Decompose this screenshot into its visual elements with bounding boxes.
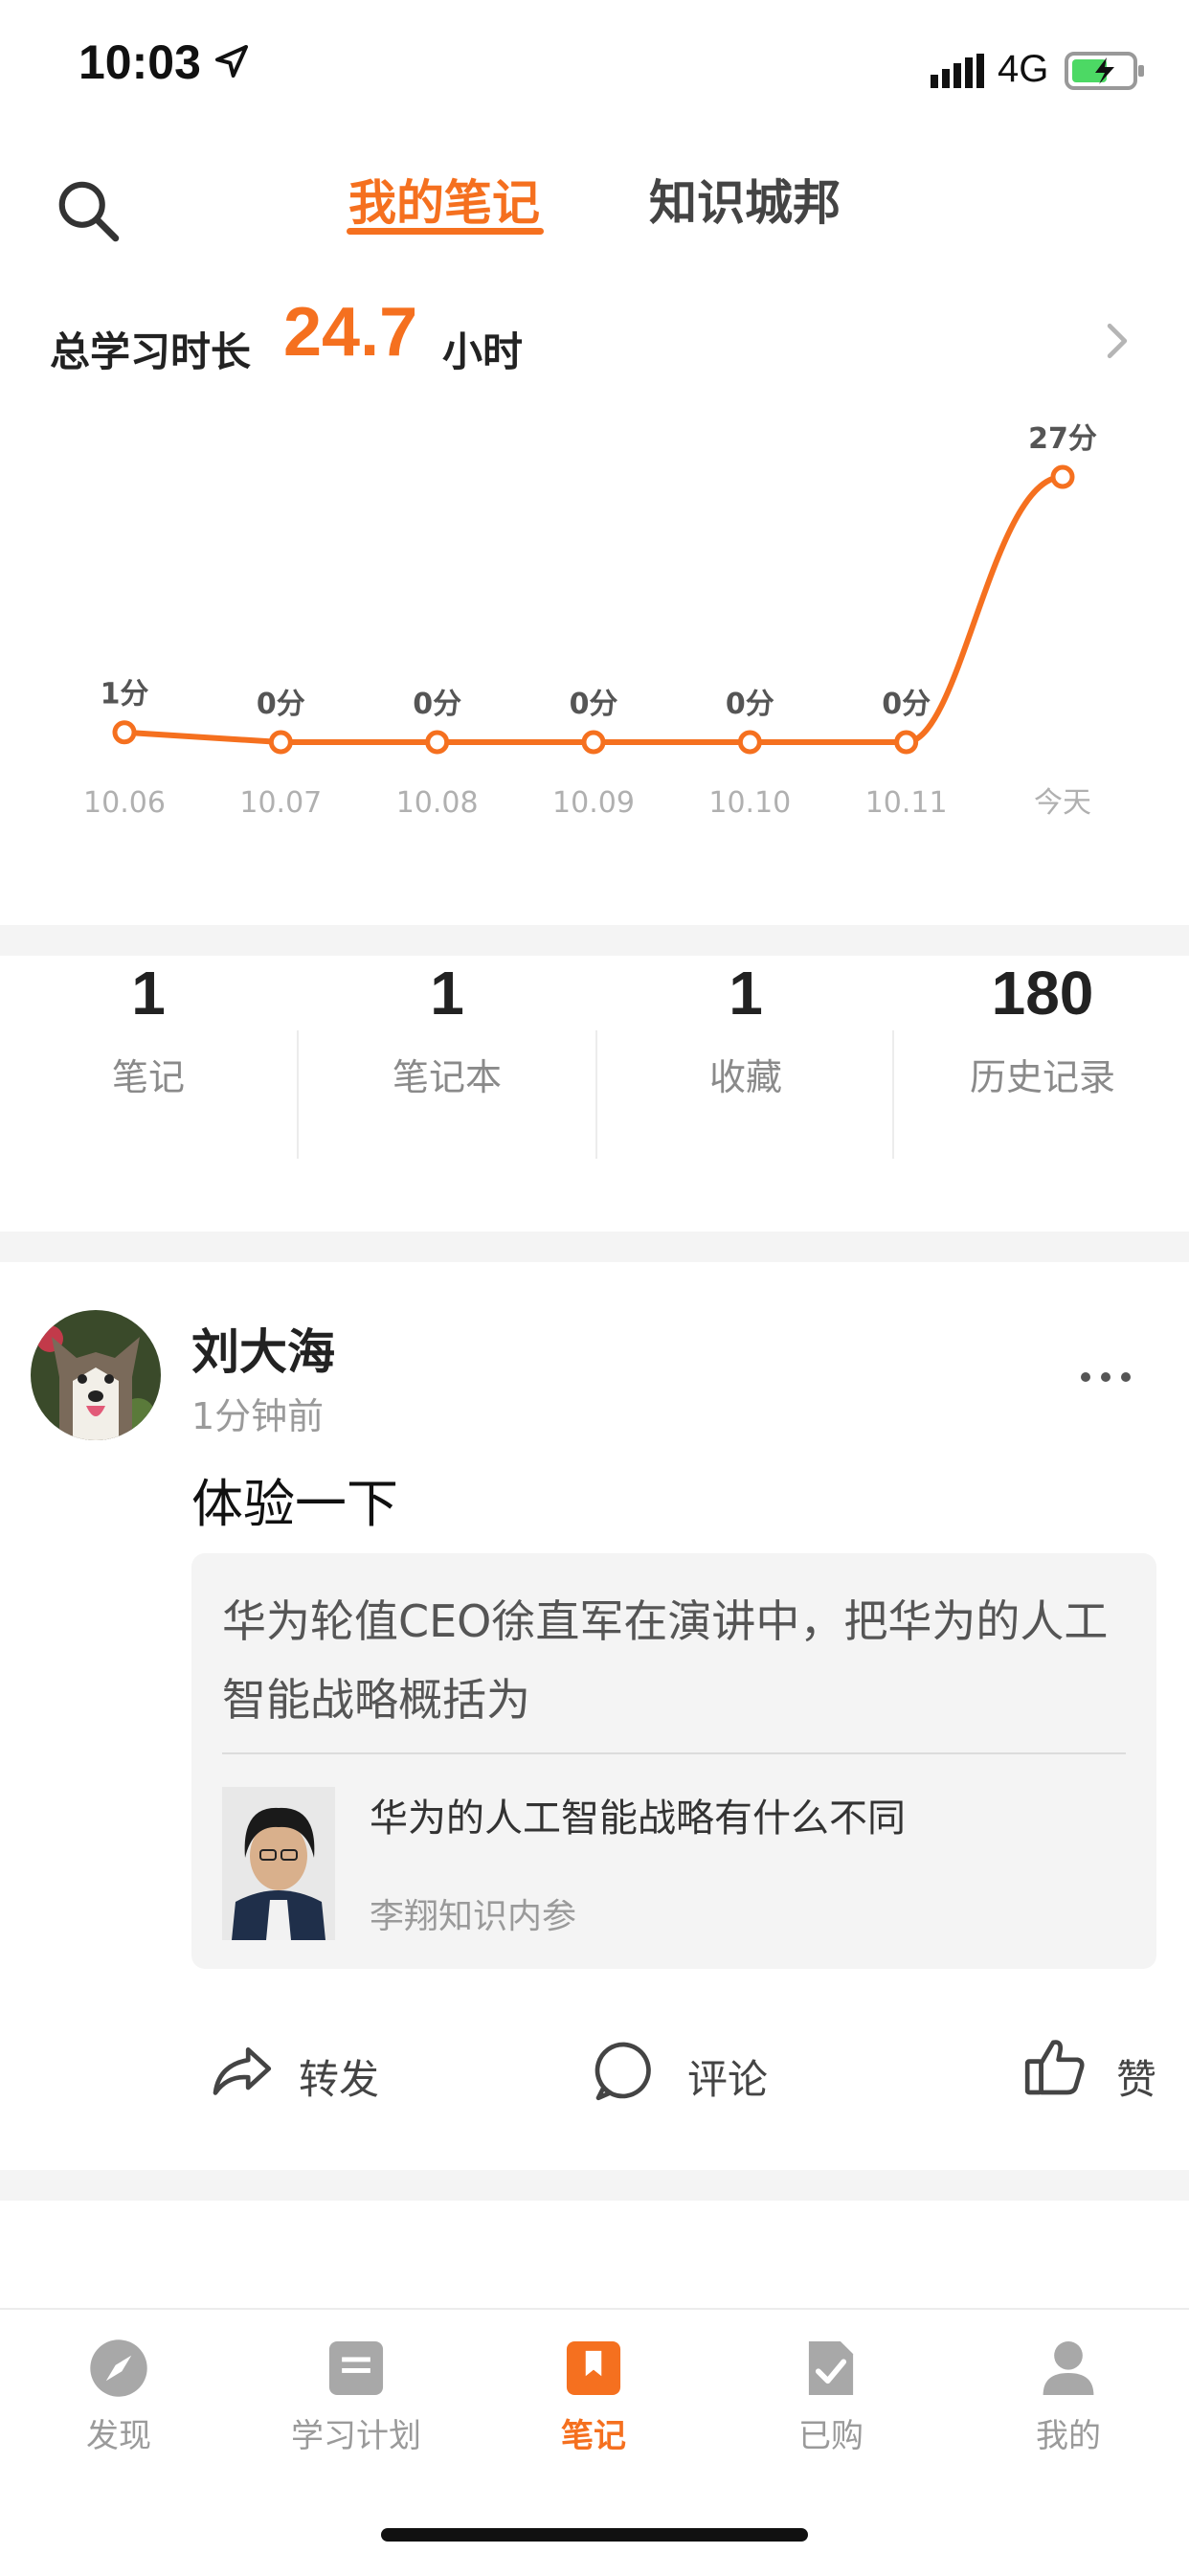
stat-notes[interactable]: 1 笔记 xyxy=(0,958,297,1100)
article-thumbnail xyxy=(222,1787,335,1940)
chart-point xyxy=(112,720,137,745)
dog-avatar-image xyxy=(31,1310,161,1440)
home-indicator xyxy=(381,2528,808,2542)
nav-item-purchased[interactable]: 已购 xyxy=(712,2337,950,2456)
avatar[interactable] xyxy=(31,1310,161,1440)
stat-value: 1 xyxy=(729,959,763,1028)
chart-data-label: 27分 xyxy=(1028,422,1097,456)
stat-label: 笔记 xyxy=(111,1056,185,1098)
purchased-icon xyxy=(808,2340,854,2396)
chevron-right-icon[interactable] xyxy=(1101,320,1133,362)
chart-data-label: 0分 xyxy=(726,688,774,721)
stat-label: 历史记录 xyxy=(969,1056,1115,1098)
chart-data-label: 0分 xyxy=(882,688,931,721)
bookmark-icon xyxy=(566,2340,621,2396)
chart-x-tick-label: 10.10 xyxy=(708,786,791,820)
compass-icon xyxy=(90,2339,147,2397)
chart-data-label: 0分 xyxy=(413,688,461,721)
nav-item-me[interactable]: 我的 xyxy=(950,2337,1187,2456)
nav-label: 笔记 xyxy=(561,2417,626,2455)
nav-item-notes[interactable]: 笔记 xyxy=(475,2337,712,2456)
quote-divider xyxy=(222,1752,1126,1754)
chart-point xyxy=(581,730,606,755)
nav-item-discover[interactable]: 发现 xyxy=(0,2337,237,2456)
nav-label: 我的 xyxy=(1036,2417,1101,2455)
chart-point xyxy=(737,730,762,755)
total-study-time-unit: 小时 xyxy=(442,328,524,375)
like-button[interactable]: 赞 xyxy=(1116,2047,1156,2106)
person-icon xyxy=(1043,2340,1094,2396)
study-time-chart: 1分 10.06 0分 10.07 0分 10.08 0分 10.09 0分 10.10 0分 10.… xyxy=(83,422,1097,820)
chart-data-label: 0分 xyxy=(570,688,618,721)
share-icon[interactable] xyxy=(207,2036,276,2105)
stat-label: 笔记本 xyxy=(392,1056,502,1098)
chart-x-tick-label: 10.06 xyxy=(83,786,166,820)
stat-value: 1 xyxy=(131,959,166,1028)
stat-value: 1 xyxy=(430,959,464,1028)
nav-label: 已购 xyxy=(798,2417,864,2455)
comment-button[interactable]: 评论 xyxy=(687,2047,768,2106)
tab-my-notes[interactable]: 我的笔记 xyxy=(348,165,540,234)
chart-data-label: 0分 xyxy=(257,688,305,721)
chart-x-tick-label: 10.08 xyxy=(396,786,479,820)
chart-x-tick-label: 10.11 xyxy=(865,786,948,820)
stat-notebooks[interactable]: 1 笔记本 xyxy=(299,958,595,1100)
stat-value: 180 xyxy=(991,959,1094,1028)
share-button[interactable]: 转发 xyxy=(299,2047,379,2106)
chart-x-tick-label: 今天 xyxy=(1034,786,1091,820)
nav-label: 发现 xyxy=(86,2417,151,2455)
network-type: 4G xyxy=(998,48,1049,90)
total-study-time-label: 总学习时长 xyxy=(50,328,252,375)
article-title[interactable]: 华为的人工智能战略有什么不同 xyxy=(370,1787,906,1842)
status-time: 10:03 xyxy=(79,35,201,89)
active-tab-indicator xyxy=(347,228,544,235)
stat-favorites[interactable]: 1 收藏 xyxy=(597,958,894,1100)
tab-knowledge-city[interactable]: 知识城邦 xyxy=(649,165,841,234)
nav-item-study-plan[interactable]: 学习计划 xyxy=(237,2337,475,2456)
chart-data-label: 1分 xyxy=(101,678,149,712)
chart-x-tick-label: 10.07 xyxy=(239,786,322,820)
chart-point xyxy=(1050,464,1075,489)
more-options-icon[interactable] xyxy=(1078,1367,1133,1387)
chart-point xyxy=(894,730,919,755)
author-name[interactable]: 刘大海 xyxy=(191,1314,335,1383)
article-source: 李翔知识内参 xyxy=(370,1897,577,1936)
section-divider xyxy=(0,2170,1189,2201)
quote-text: 华为轮值CEO徐直军在演讲中，把华为的人工智能战略概括为 xyxy=(222,1595,1109,1726)
signal-icon xyxy=(931,54,984,88)
comment-icon[interactable] xyxy=(590,2036,659,2105)
post-timestamp: 1分钟前 xyxy=(191,1395,325,1437)
section-divider xyxy=(0,1232,1189,1262)
section-divider xyxy=(0,925,1189,956)
chart-x-tick-label: 10.09 xyxy=(552,786,635,820)
total-study-time-value: 24.7 xyxy=(283,294,418,371)
chart-point xyxy=(268,730,293,755)
plan-icon xyxy=(328,2340,384,2396)
stat-history[interactable]: 180 历史记录 xyxy=(894,958,1189,1100)
search-icon[interactable] xyxy=(54,176,121,243)
nav-label: 学习计划 xyxy=(291,2417,421,2455)
post-content: 体验一下 xyxy=(191,1474,398,1534)
stat-label: 收藏 xyxy=(708,1056,782,1098)
location-arrow-icon xyxy=(215,45,248,78)
thumbs-up-icon[interactable] xyxy=(1021,2032,1089,2101)
battery-icon xyxy=(1065,52,1144,90)
author-photo-image xyxy=(222,1787,335,1940)
chart-point xyxy=(425,730,450,755)
